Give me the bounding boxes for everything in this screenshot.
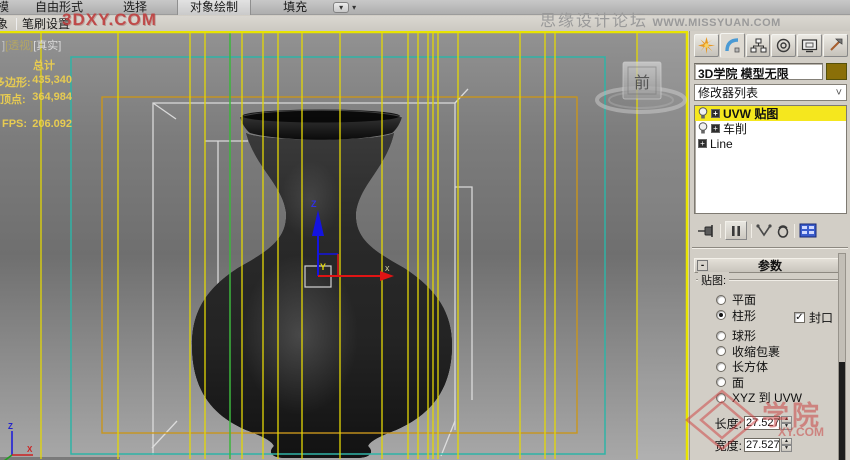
utilities-tab[interactable]	[823, 34, 848, 57]
mapping-group-label: 贴图:	[698, 272, 730, 288]
mapping-option-planar[interactable]: 平面	[716, 292, 844, 308]
caret-down-icon[interactable]: ▾	[352, 3, 356, 12]
hierarchy-tab[interactable]	[745, 34, 771, 57]
pin-stack-button[interactable]	[698, 224, 716, 237]
chevron-down-icon: ˅	[835, 86, 842, 99]
expand-plus-icon[interactable]: +	[698, 139, 707, 148]
modifier-stack: + UVW 贴图 + 车削 + Line	[694, 105, 847, 214]
modifier-stack-toolbar	[690, 214, 850, 240]
make-unique-button[interactable]	[756, 224, 772, 237]
watermark-forum-name: 思缘设计论坛	[540, 13, 649, 30]
stats-poly-value: 435,340	[32, 74, 72, 86]
watermark-3dxy: 3DXY.COM	[62, 10, 157, 29]
spinner-arrows[interactable]: ▲ ▼	[781, 438, 792, 452]
option-label: 长方体	[732, 360, 769, 375]
ribbon-tab-clipped[interactable]: 模	[0, 0, 13, 15]
stats-total-label: 总计	[33, 60, 55, 72]
viewport-shading-label[interactable]: [真实]	[33, 40, 61, 52]
configure-modifier-sets-button[interactable]	[799, 223, 817, 238]
mapping-option-cylindrical[interactable]: 柱形 ✓ 封口	[716, 308, 844, 326]
modifier-stack-row-lathe[interactable]: + 车削	[695, 121, 846, 136]
radio-icon[interactable]	[716, 361, 726, 372]
mapping-option-shrinkwrap[interactable]: 收缩包裹	[716, 344, 844, 360]
modifier-list-dropdown[interactable]: 修改器列表 ˅	[694, 84, 847, 101]
show-end-result-icon	[732, 225, 740, 236]
watermark-site-text: XY.COM	[778, 425, 825, 439]
panel-scrollbar[interactable]	[838, 253, 846, 460]
create-icon	[697, 37, 715, 54]
make-unique-icon	[756, 224, 772, 237]
rollout-title: 参数	[757, 259, 782, 273]
hierarchy-icon	[750, 38, 767, 53]
viewport-pov-label[interactable]: [透视]	[5, 40, 33, 52]
configure-modifier-sets-icon	[799, 223, 817, 238]
toolbar-separator	[794, 223, 795, 238]
mapping-option-box[interactable]: 长方体	[716, 359, 844, 375]
modifier-label: 车削	[723, 122, 748, 136]
3dsmax-window: Z Y x 前 Z X ][透视][真实] 总计 多边形: 435,340 顶点…	[0, 0, 850, 460]
expand-plus-icon[interactable]: +	[711, 109, 720, 118]
remove-modifier-button[interactable]	[776, 224, 790, 238]
radio-icon[interactable]	[716, 346, 726, 357]
pin-icon	[698, 224, 713, 237]
command-panel-tabs	[690, 31, 850, 59]
radio-icon[interactable]	[716, 310, 726, 321]
toolbar-separator	[720, 223, 721, 238]
remove-modifier-icon	[777, 224, 789, 238]
motion-tab[interactable]	[771, 34, 797, 57]
option-label: 收缩包裹	[732, 344, 781, 359]
modifier-stack-row-uvw[interactable]: + UVW 贴图	[695, 106, 846, 121]
checkbox-icon[interactable]: ✓	[794, 311, 805, 323]
object-color-swatch[interactable]	[826, 63, 847, 80]
watermark-forum-url: WWW.MISSYUAN.COM	[652, 17, 781, 29]
option-label: 柱形	[732, 308, 757, 323]
cap-checkbox-row[interactable]: ✓ 封口	[794, 309, 833, 326]
bulb-icon[interactable]	[698, 107, 708, 120]
utilities-icon	[830, 38, 843, 51]
modifier-stack-row-line[interactable]: + Line	[695, 136, 846, 151]
expand-plus-icon[interactable]: +	[711, 124, 720, 133]
panel-divider	[692, 247, 848, 249]
spinner-down-icon[interactable]: ▼	[781, 445, 792, 452]
stats-fps-value: 206.092	[32, 118, 72, 130]
ribbon-subrow-clipped[interactable]: 象	[0, 15, 11, 32]
parameters-rollout-header[interactable]: - 参数	[694, 258, 846, 273]
radio-icon[interactable]	[716, 377, 726, 388]
viewport-label[interactable]: ][透视][真实]	[2, 37, 61, 53]
panel-scrollbar-thumb[interactable]	[839, 362, 845, 460]
radio-icon[interactable]	[716, 330, 726, 341]
ribbon-tab-object-paint[interactable]: 对象绘制	[177, 0, 252, 15]
create-tab[interactable]	[694, 34, 719, 57]
watermark-forum: 思缘设计论坛 WWW.MISSYUAN.COM	[540, 7, 781, 31]
object-name-row: 3D学院 模型无限	[690, 59, 850, 80]
modify-tab[interactable]	[719, 33, 745, 58]
object-name-field[interactable]: 3D学院 模型无限	[694, 63, 823, 80]
toolbar-separator	[16, 17, 17, 30]
bulb-icon[interactable]	[698, 122, 708, 135]
chevron-down-icon[interactable]: ▾	[333, 1, 350, 13]
ribbon-minimize-dropdown[interactable]: ▾ ▾	[333, 1, 356, 13]
display-tab[interactable]	[797, 34, 823, 57]
option-label: 球形	[732, 329, 757, 344]
rollout-collapse-button[interactable]: -	[697, 260, 708, 271]
modify-icon	[725, 38, 740, 53]
perspective-viewport[interactable]	[0, 31, 688, 460]
modifier-label: Line	[710, 136, 733, 151]
motion-icon	[777, 38, 791, 53]
show-end-result-button[interactable]	[725, 221, 747, 240]
display-icon	[802, 39, 818, 53]
ribbon-tab-populate[interactable]: 填充	[279, 0, 311, 15]
mapping-options: 平面 柱形 ✓ 封口 球形 收缩包裹 长方体 面 XYZ 到 UVW	[696, 280, 844, 406]
option-label: 平面	[732, 293, 757, 308]
modifier-list-label: 修改器列表	[698, 86, 759, 100]
stats-vert-value: 364,984	[32, 91, 72, 103]
cap-checkbox-label: 封口	[809, 310, 834, 325]
toolbar-separator	[751, 223, 752, 238]
spinner-up-icon[interactable]: ▲	[781, 438, 792, 445]
watermark-diamond-logo	[685, 389, 759, 451]
radio-icon[interactable]	[716, 294, 726, 305]
mapping-option-spherical[interactable]: 球形	[716, 328, 844, 344]
